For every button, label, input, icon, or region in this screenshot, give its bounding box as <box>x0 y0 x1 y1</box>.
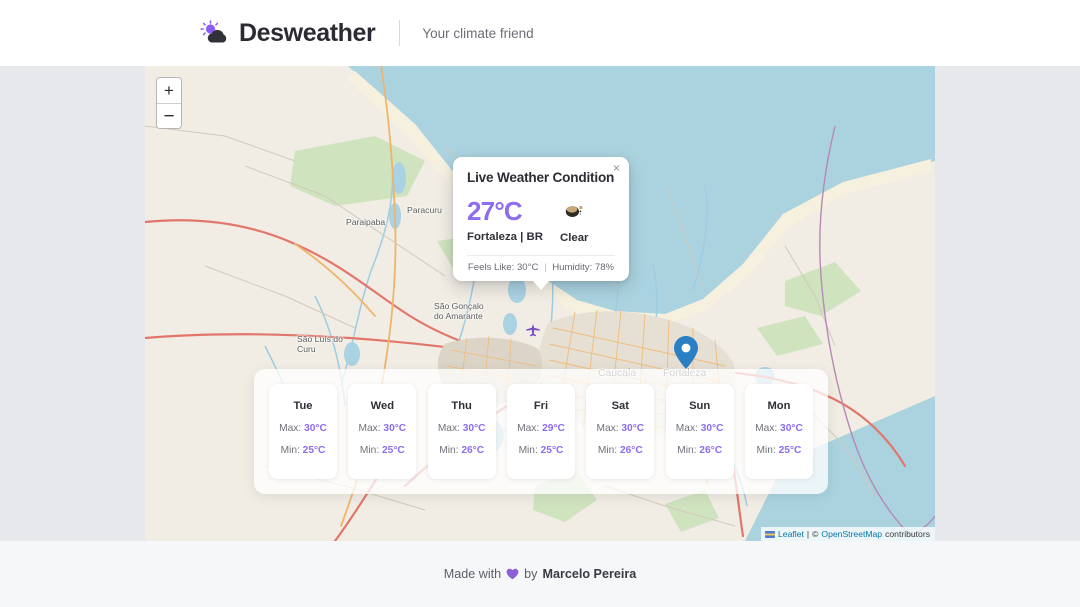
live-weather-popup: × Live Weather Condition 27°C Fortaleza … <box>453 157 629 281</box>
forecast-min-row: Min: 26°C <box>439 445 484 456</box>
forecast-max-label: Max: <box>438 423 463 434</box>
forecast-max-row: Max: 30°C <box>438 423 486 434</box>
brand-name: Desweather <box>239 19 375 48</box>
forecast-max-row: Max: 29°C <box>517 423 565 434</box>
details-separator: | <box>541 262 550 273</box>
forecast-max-row: Max: 30°C <box>279 423 327 434</box>
forecast-max-row: Max: 30°C <box>358 423 406 434</box>
forecast-day-name: Wed <box>371 400 394 412</box>
forecast-max-value: 29°C <box>542 423 565 434</box>
forecast-min-label: Min: <box>598 445 620 456</box>
forecast-max-row: Max: 30°C <box>755 423 803 434</box>
forecast-min-label: Min: <box>677 445 699 456</box>
forecast-max-row: Max: 30°C <box>676 423 724 434</box>
forecast-min-row: Min: 26°C <box>598 445 643 456</box>
leaflet-flag-icon <box>765 531 775 538</box>
forecast-max-value: 30°C <box>463 423 486 434</box>
forecast-day-name: Fri <box>534 400 548 412</box>
sun-cloud-icon <box>200 20 230 46</box>
leaflet-link[interactable]: Leaflet <box>778 528 804 540</box>
forecast-max-value: 30°C <box>304 423 327 434</box>
attribution-separator: | <box>807 528 809 540</box>
forecast-min-label: Min: <box>281 445 303 456</box>
forecast-day-card[interactable]: SunMax: 30°CMin: 26°C <box>666 384 734 479</box>
forecast-min-value: 26°C <box>461 445 484 456</box>
forecast-day-name: Thu <box>451 400 472 412</box>
app-header: Desweather Your climate friend <box>0 0 1080 66</box>
current-location: Fortaleza | BR <box>467 231 560 243</box>
footer-by: by <box>524 567 537 581</box>
footer-prefix: Made with <box>444 567 501 581</box>
forecast-min-label: Min: <box>360 445 382 456</box>
forecast-min-value: 26°C <box>699 445 722 456</box>
forecast-min-value: 25°C <box>779 445 802 456</box>
forecast-day-name: Sat <box>612 400 629 412</box>
tagline: Your climate friend <box>422 26 533 41</box>
forecast-max-value: 30°C <box>701 423 724 434</box>
map-zoom-control[interactable]: + − <box>156 77 182 129</box>
forecast-min-value: 25°C <box>541 445 564 456</box>
close-icon[interactable]: × <box>611 160 622 176</box>
openstreetmap-link[interactable]: OpenStreetMap <box>821 528 882 540</box>
forecast-day-name: Tue <box>293 400 312 412</box>
forecast-min-row: Min: 25°C <box>757 445 802 456</box>
forecast-max-value: 30°C <box>383 423 406 434</box>
forecast-day-card[interactable]: FriMax: 29°CMin: 25°C <box>507 384 575 479</box>
forecast-min-label: Min: <box>757 445 779 456</box>
copyright-symbol: © <box>812 528 818 540</box>
forecast-day-name: Mon <box>767 400 790 412</box>
zoom-in-button[interactable]: + <box>157 78 181 103</box>
forecast-max-label: Max: <box>358 423 383 434</box>
app-root: Desweather Your climate friend <box>0 0 1080 607</box>
footer-author: Marcelo Pereira <box>542 567 636 581</box>
brand-logo[interactable]: Desweather <box>200 19 375 48</box>
popup-temp-block: 27°C Fortaleza | BR <box>467 198 560 243</box>
forecast-day-card[interactable]: WedMax: 30°CMin: 25°C <box>348 384 416 479</box>
heart-icon <box>506 568 519 580</box>
zoom-out-button[interactable]: − <box>157 103 181 128</box>
popup-condition-block: Clear <box>560 198 589 244</box>
forecast-max-value: 30°C <box>621 423 644 434</box>
forecast-max-value: 30°C <box>780 423 803 434</box>
clear-night-icon <box>563 200 585 222</box>
forecast-day-card[interactable]: TueMax: 30°CMin: 25°C <box>269 384 337 479</box>
forecast-min-row: Min: 26°C <box>677 445 722 456</box>
forecast-day-card[interactable]: ThuMax: 30°CMin: 26°C <box>428 384 496 479</box>
forecast-min-label: Min: <box>519 445 541 456</box>
forecast-min-label: Min: <box>439 445 461 456</box>
forecast-panel: TueMax: 30°CMin: 25°CWedMax: 30°CMin: 25… <box>254 369 828 494</box>
header-divider <box>399 20 400 46</box>
current-condition: Clear <box>560 232 589 244</box>
forecast-max-label: Max: <box>279 423 304 434</box>
forecast-min-row: Min: 25°C <box>519 445 564 456</box>
forecast-max-row: Max: 30°C <box>596 423 644 434</box>
forecast-min-value: 26°C <box>620 445 643 456</box>
forecast-max-label: Max: <box>517 423 542 434</box>
forecast-min-row: Min: 25°C <box>360 445 405 456</box>
forecast-day-card[interactable]: SatMax: 30°CMin: 26°C <box>586 384 654 479</box>
contributors-text: contributors <box>885 528 930 540</box>
forecast-day-card[interactable]: MonMax: 30°CMin: 25°C <box>745 384 813 479</box>
forecast-day-name: Sun <box>689 400 710 412</box>
feels-like-text: Feels Like: 30°C <box>468 262 539 273</box>
location-pin-icon[interactable] <box>674 336 698 369</box>
forecast-max-label: Max: <box>596 423 621 434</box>
popup-details: Feels Like: 30°C | Humidity: 78% <box>467 255 615 273</box>
popup-body: 27°C Fortaleza | BR Clear <box>467 198 615 244</box>
app-footer: Made with by Marcelo Pereira <box>0 541 1080 607</box>
forecast-min-row: Min: 25°C <box>281 445 326 456</box>
forecast-min-value: 25°C <box>382 445 405 456</box>
map-attribution: Leaflet | © OpenStreetMap contributors <box>761 527 935 541</box>
forecast-max-label: Max: <box>676 423 701 434</box>
current-temperature: 27°C <box>467 198 560 224</box>
humidity-text: Humidity: 78% <box>552 262 614 273</box>
popup-title: Live Weather Condition <box>467 170 615 185</box>
forecast-min-value: 25°C <box>303 445 326 456</box>
forecast-max-label: Max: <box>755 423 780 434</box>
